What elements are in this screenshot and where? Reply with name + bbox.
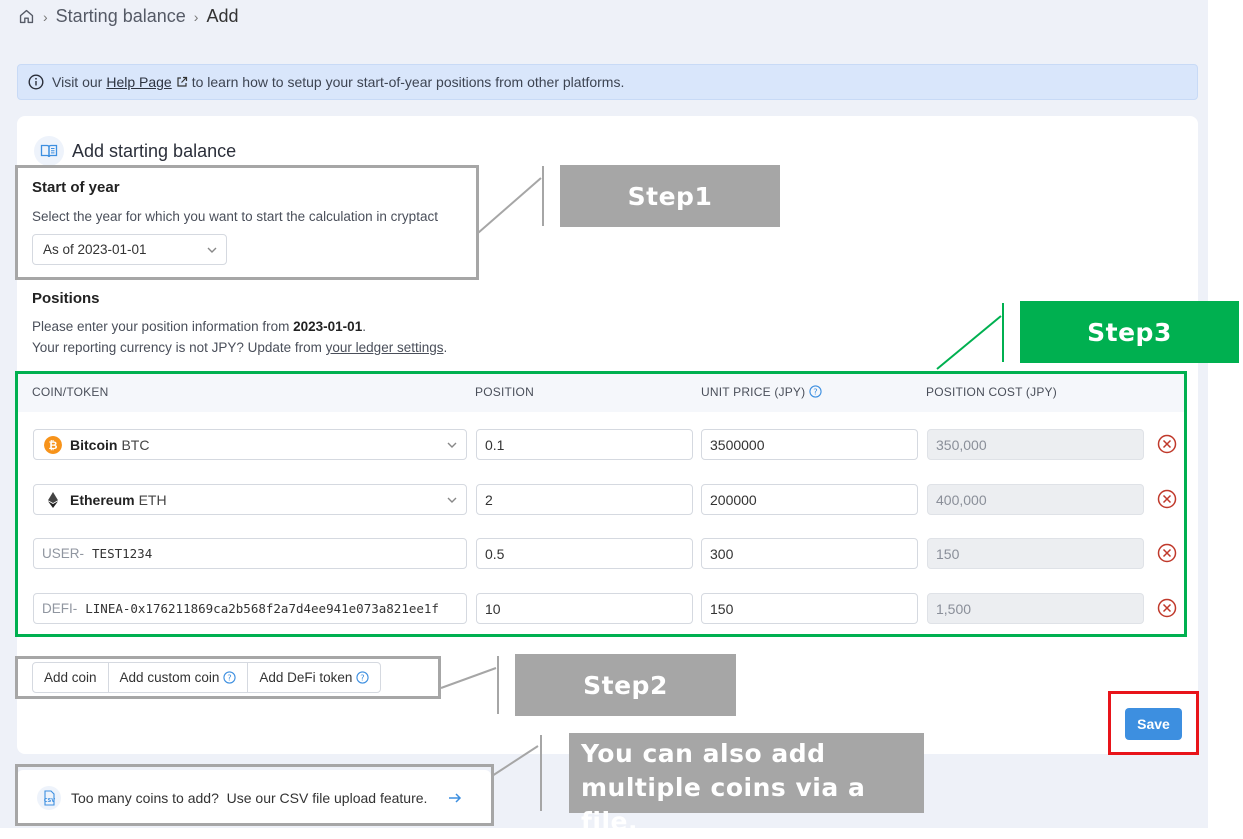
positions-title: Positions	[32, 290, 100, 307]
info-icon	[28, 74, 44, 90]
breadcrumb-separator: ›	[43, 8, 48, 25]
positions-line1: Please enter your position information f…	[32, 319, 366, 334]
positions-line2-suffix: .	[443, 340, 448, 355]
breadcrumb-separator: ›	[193, 8, 199, 25]
info-banner: Visit our Help Page to learn how to setu…	[17, 64, 1198, 100]
book-icon	[34, 136, 64, 166]
banner-suffix: to learn how to setup your start-of-year…	[191, 74, 625, 90]
help-page-link[interactable]: Help Page	[106, 74, 171, 90]
step2-highlight	[15, 656, 441, 699]
step1-callout: Step1	[560, 165, 780, 227]
banner-prefix: Visit our	[52, 74, 103, 90]
positions-line2-prefix: Your reporting currency is not JPY? Upda…	[32, 340, 326, 355]
positions-date: 2023-01-01	[293, 319, 363, 334]
file-upload-callout: You can also add multiple coins via a fi…	[569, 733, 924, 836]
step2-callout: Step2	[515, 654, 736, 716]
step1-highlight	[15, 165, 479, 280]
save-highlight	[1108, 691, 1199, 755]
card-title: Add starting balance	[72, 140, 237, 161]
breadcrumb: › Starting balance › Add	[18, 6, 238, 27]
positions-line1-suffix: .	[362, 319, 366, 334]
external-link-icon[interactable]	[176, 76, 188, 88]
breadcrumb-current: Add	[206, 6, 239, 26]
step3-callout: Step3	[1020, 301, 1239, 363]
positions-line2: Your reporting currency is not JPY? Upda…	[32, 340, 447, 355]
positions-line1-prefix: Please enter your position information f…	[32, 319, 294, 334]
csv-highlight	[15, 764, 494, 826]
home-icon[interactable]	[18, 8, 35, 25]
breadcrumb-starting-balance[interactable]: Starting balance	[56, 6, 186, 27]
ledger-settings-link[interactable]: your ledger settings	[326, 340, 444, 355]
step3-highlight	[15, 371, 1187, 637]
card-header: Add starting balance	[34, 136, 236, 166]
